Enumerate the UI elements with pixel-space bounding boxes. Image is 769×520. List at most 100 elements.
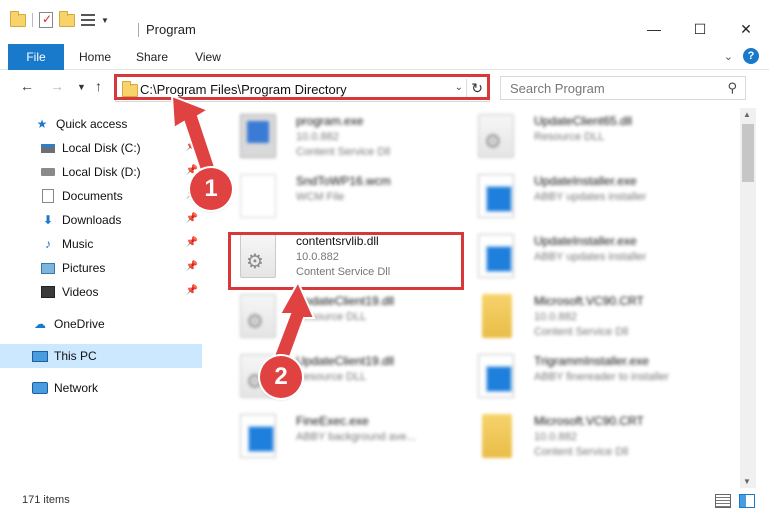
sidebar-item-this-pc[interactable]: This PC bbox=[0, 344, 202, 368]
status-bar: 171 items bbox=[0, 490, 769, 514]
sidebar-item-label: Local Disk (C:) bbox=[62, 141, 141, 155]
file-name: Microsoft.VC90.CRT bbox=[534, 294, 644, 308]
file-description: Content Service Dll bbox=[296, 266, 391, 278]
exe-file-icon bbox=[478, 234, 514, 278]
file-name: SndToWP16.wcm bbox=[296, 174, 391, 188]
file-list: program.exe 10.0.882 Content Service Dll… bbox=[210, 108, 740, 486]
window-title: Program bbox=[146, 22, 196, 37]
sidebar-item-music[interactable]: ♪ Music 📌 bbox=[0, 232, 202, 256]
file-version: 10.0.882 bbox=[534, 311, 577, 323]
downloads-icon: ⬇ bbox=[42, 213, 54, 227]
file-item[interactable]: SndToWP16.wcm WCM File bbox=[230, 168, 470, 226]
minimize-icon: — bbox=[647, 21, 661, 37]
address-path[interactable]: C:\Program Files\Program Directory bbox=[140, 82, 347, 97]
sidebar-item-downloads[interactable]: ⬇ Downloads 📌 bbox=[0, 208, 202, 232]
sidebar-item-network[interactable]: Network bbox=[0, 376, 202, 400]
exe-file-icon bbox=[240, 414, 276, 458]
new-folder-icon[interactable] bbox=[59, 10, 75, 27]
sidebar-item-quick-access[interactable]: ★ Quick access bbox=[0, 112, 202, 136]
file-version: 10.0.882 bbox=[296, 251, 339, 263]
file-description: Resource DLL bbox=[534, 131, 605, 143]
file-item[interactable]: TrigrammInstaller.exe ABBY finereader to… bbox=[468, 348, 708, 406]
view-options-icon[interactable] bbox=[81, 14, 95, 26]
forward-arrow-icon[interactable]: → bbox=[50, 78, 64, 94]
file-version: 10.0.882 bbox=[296, 131, 339, 143]
exe-file-icon bbox=[478, 174, 514, 218]
step-badge-2: 2 bbox=[260, 356, 302, 398]
file-item[interactable]: UpdateInstaller.exe ABBY updates install… bbox=[468, 168, 708, 226]
folder-icon bbox=[482, 414, 512, 458]
navigation-pane: ★ Quick access Local Disk (C:) 📌 Local D… bbox=[0, 108, 210, 488]
recent-locations-icon[interactable]: ▼ bbox=[77, 82, 86, 92]
pin-icon[interactable]: 📌 bbox=[186, 285, 198, 296]
file-item-contentsrvlib[interactable]: contentsrvlib.dll 10.0.882 Content Servi… bbox=[230, 228, 470, 286]
sidebar-item-pictures[interactable]: Pictures 📌 bbox=[0, 256, 202, 280]
minimize-button[interactable]: — bbox=[631, 14, 677, 44]
sidebar-item-label: Music bbox=[62, 237, 94, 251]
file-name: UpdateClient19.dll bbox=[296, 354, 395, 368]
file-description: ABBY updates installer bbox=[534, 251, 647, 263]
file-name: contentsrvlib.dll bbox=[296, 234, 379, 248]
sidebar-item-videos[interactable]: Videos 📌 bbox=[0, 280, 202, 304]
folder-icon[interactable] bbox=[10, 10, 26, 27]
title-bar: ▼ Program — ☐ ✕ bbox=[0, 0, 769, 44]
tab-home[interactable]: Home bbox=[70, 44, 120, 70]
file-description: ABBY finereader to installer bbox=[534, 371, 669, 383]
navigation-bar: ← → ▼ ↑ C:\Program Files\Program Directo… bbox=[0, 72, 769, 104]
sidebar-item-documents[interactable]: Documents 📌 bbox=[0, 184, 202, 208]
dll-file-icon bbox=[240, 234, 276, 278]
quick-access-toolbar: ▼ bbox=[10, 10, 109, 28]
file-item[interactable]: FineExec.exe ABBY background ave... bbox=[230, 408, 470, 466]
file-item[interactable]: Microsoft.VC90.CRT 10.0.882 Content Serv… bbox=[468, 288, 708, 346]
vertical-scrollbar[interactable]: ▲ ▼ bbox=[740, 108, 756, 488]
expand-ribbon-icon[interactable]: ⌄ bbox=[724, 50, 733, 63]
file-description: Content Service Dll bbox=[296, 146, 391, 158]
toolbar-separator bbox=[32, 13, 33, 27]
pin-icon[interactable]: 📌 bbox=[186, 261, 198, 272]
file-description: WCM File bbox=[296, 191, 345, 203]
address-dropdown-icon[interactable]: ⌄ bbox=[455, 82, 463, 93]
help-icon[interactable]: ? bbox=[743, 48, 759, 64]
address-bar[interactable]: C:\Program Files\Program Directory ⌄ ↻ bbox=[115, 76, 490, 102]
pin-icon[interactable]: 📌 bbox=[186, 237, 198, 248]
file-item[interactable]: UpdateClient19.dll Resource DLL bbox=[230, 288, 470, 346]
scroll-up-icon[interactable]: ▲ bbox=[743, 110, 751, 119]
tiles-view-icon[interactable] bbox=[739, 494, 755, 508]
file-item[interactable]: Microsoft.VC90.CRT 10.0.882 Content Serv… bbox=[468, 408, 708, 466]
tab-share[interactable]: Share bbox=[128, 44, 176, 70]
sidebar-item-local-disk-d[interactable]: Local Disk (D:) 📌 bbox=[0, 160, 202, 184]
tab-view[interactable]: View bbox=[186, 44, 230, 70]
dll-file-icon bbox=[240, 294, 276, 338]
refresh-icon[interactable]: ↻ bbox=[471, 80, 483, 97]
search-input[interactable]: Search Program ⚲ bbox=[500, 76, 746, 100]
scroll-down-icon[interactable]: ▼ bbox=[743, 477, 751, 486]
file-item[interactable]: program.exe 10.0.882 Content Service Dll bbox=[230, 108, 470, 166]
maximize-button[interactable]: ☐ bbox=[677, 14, 723, 44]
step-badge-1: 1 bbox=[190, 168, 232, 210]
sidebar-item-label: Local Disk (D:) bbox=[62, 165, 141, 179]
back-arrow-icon[interactable]: ← bbox=[20, 78, 34, 94]
file-description: ABBY background ave... bbox=[296, 431, 416, 443]
tab-file[interactable]: File bbox=[8, 44, 64, 70]
customize-toolbar-icon[interactable]: ▼ bbox=[101, 16, 109, 25]
sidebar-item-label: Downloads bbox=[62, 213, 122, 227]
sidebar-item-local-disk-c[interactable]: Local Disk (C:) 📌 bbox=[0, 136, 202, 160]
pin-icon[interactable]: 📌 bbox=[186, 213, 198, 224]
file-name: program.exe bbox=[296, 114, 364, 128]
network-icon bbox=[32, 381, 48, 395]
properties-icon[interactable] bbox=[39, 12, 53, 28]
search-icon[interactable]: ⚲ bbox=[727, 80, 737, 96]
file-item[interactable]: UpdateInstaller.exe ABBY updates install… bbox=[468, 228, 708, 286]
pin-icon[interactable]: 📌 bbox=[186, 141, 198, 152]
ribbon-controls: ⌄ ? bbox=[724, 48, 759, 64]
details-view-icon[interactable] bbox=[715, 494, 731, 508]
scrollbar-thumb[interactable] bbox=[742, 124, 754, 182]
exe-file-icon bbox=[240, 114, 276, 158]
address-folder-icon bbox=[122, 81, 138, 97]
up-arrow-icon[interactable]: ↑ bbox=[95, 78, 102, 94]
drive-icon bbox=[40, 165, 56, 179]
close-button[interactable]: ✕ bbox=[723, 14, 769, 44]
file-item[interactable]: UpdateClient65.dll Resource DLL bbox=[468, 108, 708, 166]
file-description: Content Service Dll bbox=[534, 326, 629, 338]
sidebar-item-onedrive[interactable]: ☁ OneDrive bbox=[0, 312, 202, 336]
